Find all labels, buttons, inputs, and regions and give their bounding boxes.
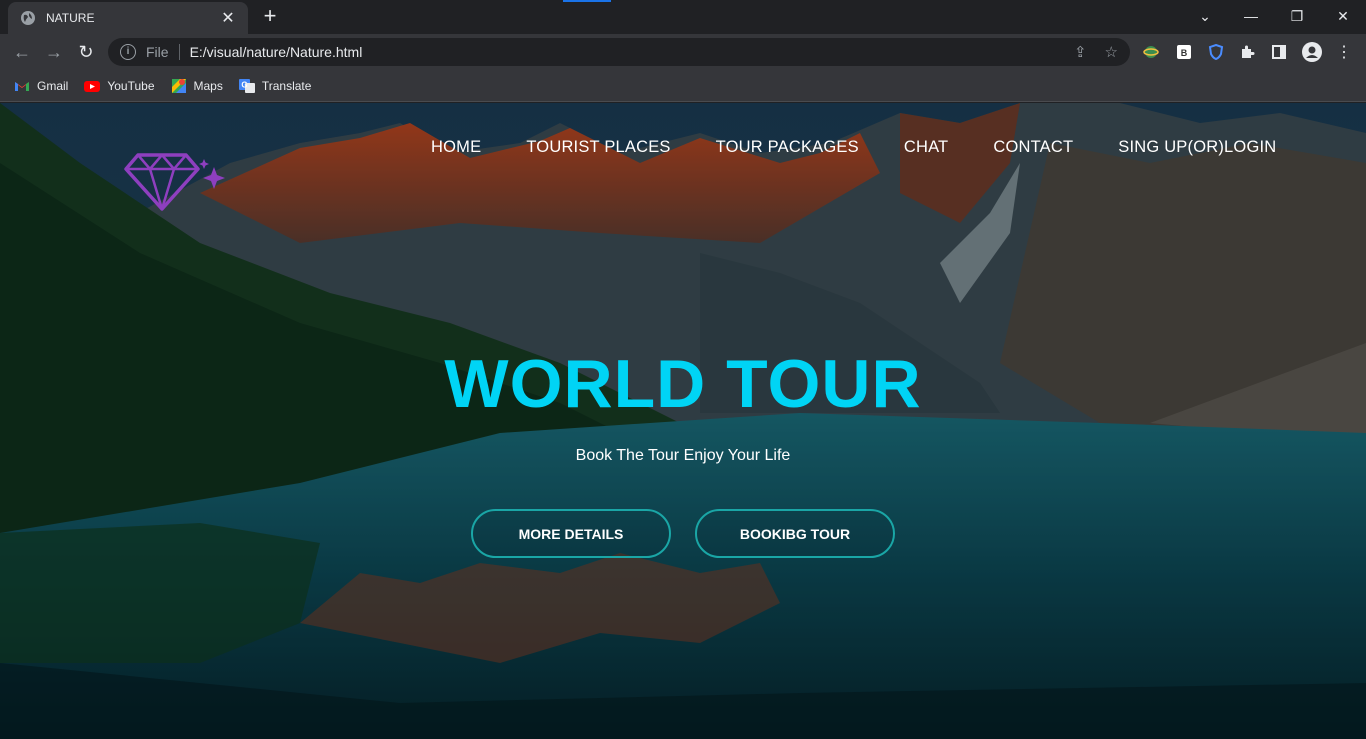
nav-contact[interactable]: CONTACT bbox=[993, 138, 1073, 157]
svg-text:G: G bbox=[241, 80, 247, 89]
diamond-logo-icon[interactable] bbox=[124, 149, 232, 213]
side-panel-icon[interactable] bbox=[1269, 42, 1289, 62]
nav-home[interactable]: HOME bbox=[431, 138, 481, 157]
hero-title: WORLD TOUR bbox=[444, 346, 922, 422]
tab-title: NATURE bbox=[46, 11, 95, 25]
gmail-icon bbox=[15, 81, 29, 91]
puzzle-icon[interactable] bbox=[1237, 42, 1257, 62]
close-tab-icon[interactable]: ✕ bbox=[218, 8, 238, 28]
restore-button[interactable]: ❐ bbox=[1274, 0, 1320, 32]
hero-subtitle: Book The Tour Enjoy Your Life bbox=[575, 447, 791, 464]
menu-dots-icon[interactable]: ⋮ bbox=[1334, 42, 1354, 62]
forward-button[interactable]: → bbox=[42, 40, 66, 64]
youtube-icon bbox=[84, 80, 101, 92]
browser-titlebar: NATURE ✕ + ⌄ — ❐ ✕ bbox=[0, 0, 1366, 34]
main-nav: HOME TOURIST PLACES TOUR PACKAGES CHAT C… bbox=[431, 138, 1321, 157]
bookmark-star-icon[interactable]: ☆ bbox=[1105, 43, 1118, 61]
url-separator bbox=[178, 44, 180, 60]
bookmark-maps[interactable]: Maps bbox=[171, 78, 223, 94]
browser-tab[interactable]: NATURE ✕ bbox=[8, 2, 248, 34]
globe-icon bbox=[21, 11, 35, 25]
extension-globe-icon[interactable] bbox=[1141, 42, 1161, 62]
svg-text:B: B bbox=[1181, 48, 1188, 58]
site-info-icon[interactable]: i bbox=[120, 44, 136, 60]
reload-button[interactable]: ↻ bbox=[74, 40, 98, 64]
browser-toolbar: ← → ↻ i File E:/visual/nature/Nature.htm… bbox=[0, 34, 1366, 70]
bookmark-youtube[interactable]: YouTube bbox=[84, 78, 155, 94]
bookmark-gmail[interactable]: Gmail bbox=[14, 78, 68, 94]
window-controls: ⌄ — ❐ ✕ bbox=[1182, 0, 1366, 32]
tab-search-chevron-icon[interactable]: ⌄ bbox=[1182, 0, 1228, 32]
bookmark-label: Gmail bbox=[37, 78, 69, 93]
profile-icon[interactable] bbox=[1302, 42, 1322, 62]
bookmark-label: Translate bbox=[261, 78, 312, 93]
minimize-button[interactable]: — bbox=[1228, 0, 1274, 32]
more-details-button[interactable]: MORE DETAILS bbox=[471, 509, 671, 558]
extension-b-icon[interactable]: B bbox=[1174, 42, 1194, 62]
close-window-button[interactable]: ✕ bbox=[1320, 0, 1366, 32]
bookmark-label: YouTube bbox=[107, 78, 155, 93]
share-icon[interactable]: ⇪ bbox=[1074, 43, 1087, 61]
bookmarks-bar: Gmail YouTube Maps G Translate bbox=[0, 70, 1366, 102]
nav-tourist-places[interactable]: TOURIST PLACES bbox=[526, 138, 670, 157]
extension-shield-icon[interactable] bbox=[1206, 42, 1226, 62]
top-accent-bar bbox=[563, 0, 611, 2]
url-text[interactable]: E:/visual/nature/Nature.html bbox=[190, 44, 1056, 60]
url-scheme: File bbox=[146, 44, 169, 60]
bookmark-label: Maps bbox=[193, 78, 223, 93]
new-tab-button[interactable]: + bbox=[258, 5, 282, 29]
bookmark-translate[interactable]: G Translate bbox=[238, 78, 312, 94]
nav-signup-login[interactable]: SING UP(OR)LOGIN bbox=[1118, 138, 1276, 157]
web-page: HOME TOURIST PLACES TOUR PACKAGES CHAT C… bbox=[0, 103, 1366, 739]
address-bar[interactable]: i File E:/visual/nature/Nature.html ⇪ ☆ bbox=[108, 38, 1130, 66]
nav-chat[interactable]: CHAT bbox=[904, 138, 949, 157]
booking-tour-button[interactable]: BOOKIBG TOUR bbox=[695, 509, 895, 558]
nav-tour-packages[interactable]: TOUR PACKAGES bbox=[716, 138, 859, 157]
translate-icon: G bbox=[238, 78, 255, 93]
back-button[interactable]: ← bbox=[10, 40, 34, 64]
maps-icon bbox=[171, 78, 186, 93]
